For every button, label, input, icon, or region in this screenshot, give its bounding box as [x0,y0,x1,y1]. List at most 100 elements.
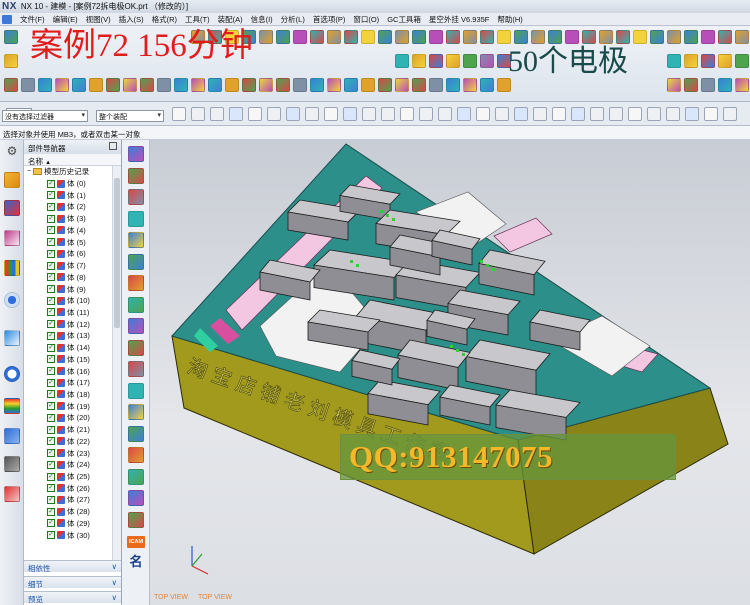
toolbar-command-icon[interactable] [463,78,477,92]
toolbar-command-icon[interactable] [667,54,681,68]
snap-point-icon[interactable] [609,107,623,121]
visibility-checkbox[interactable]: ✓ [47,261,55,270]
tree-row-body[interactable]: ✓ 体 (26) [24,482,121,494]
electrode-tool-icon[interactable] [128,511,144,528]
toolbar-command-icon[interactable] [701,78,715,92]
toolbar-command-icon[interactable] [378,30,392,44]
visibility-checkbox[interactable]: ✓ [47,484,55,493]
toolbar-command-icon[interactable] [174,78,188,92]
snap-point-icon[interactable] [476,107,490,121]
snap-point-icon[interactable] [305,107,319,121]
toolbar-command-icon[interactable] [4,30,18,44]
toolbar-command-icon[interactable] [106,78,120,92]
toolbar-command-icon[interactable] [395,78,409,92]
column-header-name[interactable]: 名称 ▲ [24,154,121,166]
snap-point-icon[interactable] [457,107,471,121]
toolbar-command-icon[interactable] [310,30,324,44]
electrode-tool-icon[interactable] [128,447,144,463]
toolbar-command-icon[interactable] [293,30,307,44]
tree-row-body[interactable]: ✓ 体 (25) [24,471,121,483]
visibility-checkbox[interactable]: ✓ [47,355,55,364]
snap-point-icon[interactable] [248,107,262,121]
system-materials-icon[interactable] [4,456,20,472]
tree-row-body[interactable]: ✓ 体 (19) [24,400,121,412]
toolbar-command-icon[interactable] [446,30,460,44]
system-scenes-icon[interactable] [4,486,20,502]
visibility-checkbox[interactable]: ✓ [47,191,55,200]
visibility-checkbox[interactable]: ✓ [47,495,55,504]
toolbar-command-icon[interactable] [718,54,732,68]
visibility-checkbox[interactable]: ✓ [47,437,55,446]
tree-row-body[interactable]: ✓ 体 (10) [24,295,121,307]
gear-icon[interactable]: ⚙ [4,144,20,160]
toolbar-command-icon[interactable] [429,54,443,68]
electrode-tool-icon[interactable] [128,253,144,270]
tree-row-body[interactable]: ✓ 体 (12) [24,318,121,330]
toolbar-command-icon[interactable] [531,30,545,44]
menu-help[interactable]: 帮助(H) [497,14,522,25]
toolbar-command-icon[interactable] [548,30,562,44]
toolbar-command-icon[interactable] [72,78,86,92]
electrode-tool-icon[interactable] [128,404,144,420]
tree-row-body[interactable]: ✓ 体 (27) [24,494,121,506]
toolbar-command-icon[interactable] [259,30,273,44]
navigator-scrollbar[interactable] [112,166,121,568]
snap-point-icon[interactable] [191,107,205,121]
toolbar-command-icon[interactable] [395,30,409,44]
snap-point-icon[interactable] [685,107,699,121]
tree-row-body[interactable]: ✓ 体 (29) [24,518,121,530]
snap-point-icon[interactable] [723,107,737,121]
snap-point-icon[interactable] [495,107,509,121]
visibility-checkbox[interactable]: ✓ [47,390,55,399]
toolbar-command-icon[interactable] [259,78,273,92]
toolbar-command-icon[interactable] [497,30,511,44]
roles-icon[interactable] [4,428,20,444]
menu-tools[interactable]: 工具(T) [185,14,210,25]
snap-point-icon[interactable] [267,107,281,121]
reuse-library-icon[interactable] [4,260,20,276]
toolbar-command-icon[interactable] [480,30,494,44]
electrode-tool-icon[interactable] [128,490,144,506]
electrode-tool-icon[interactable] [128,167,144,184]
menu-insert[interactable]: 插入(S) [119,14,144,25]
visibility-checkbox[interactable]: ✓ [47,308,55,317]
toolbar-command-icon[interactable] [412,78,426,92]
visibility-checkbox[interactable]: ✓ [47,367,55,376]
tree-row-body[interactable]: ✓ 体 (13) [24,330,121,342]
panel-dependencies[interactable]: 相依性 [24,560,121,573]
menu-preferences[interactable]: 首选项(P) [313,14,346,25]
toolbar-command-icon[interactable] [361,78,375,92]
assembly-navigator-icon[interactable] [4,200,20,216]
tree-row-body[interactable]: ✓ 体 (11) [24,307,121,319]
tree-row-body[interactable]: ✓ 体 (14) [24,342,121,354]
menu-file[interactable]: 文件(F) [20,14,45,25]
electrode-tool-icon[interactable] [128,210,144,227]
tree-row-body[interactable]: ✓ 体 (5) [24,236,121,248]
toolbar-command-icon[interactable] [718,78,732,92]
tree-row-body[interactable]: ✓ 体 (16) [24,365,121,377]
electrode-tool-icon[interactable] [128,361,144,377]
toolbar-command-icon[interactable] [208,78,222,92]
history-icon[interactable] [4,366,20,382]
toolbar-command-icon[interactable] [225,78,239,92]
toolbar-command-icon[interactable] [38,78,52,92]
visibility-checkbox[interactable]: ✓ [47,214,55,223]
electrode-tool-icon[interactable] [128,275,144,291]
toolbar-command-icon[interactable] [344,78,358,92]
visibility-checkbox[interactable]: ✓ [47,378,55,387]
snap-point-icon[interactable] [362,107,376,121]
toolbar-command-icon[interactable] [701,54,715,68]
toolbar-command-icon[interactable] [701,30,715,44]
toolbar-command-icon[interactable] [616,30,630,44]
visibility-checkbox[interactable]: ✓ [47,531,55,540]
toolbar-command-icon[interactable] [242,78,256,92]
toolbar-command-icon[interactable] [191,78,205,92]
electrode-tool-icon[interactable] [128,425,144,442]
toolbar-command-icon[interactable] [140,78,154,92]
visibility-checkbox[interactable]: ✓ [47,507,55,516]
toolbar-command-icon[interactable] [718,30,732,44]
snap-point-icon[interactable] [210,107,224,121]
electrode-tool-icon[interactable] [128,339,144,356]
selection-filter-select[interactable]: 没有选择过滤器 [2,110,88,122]
toolbar-command-icon[interactable] [480,78,494,92]
